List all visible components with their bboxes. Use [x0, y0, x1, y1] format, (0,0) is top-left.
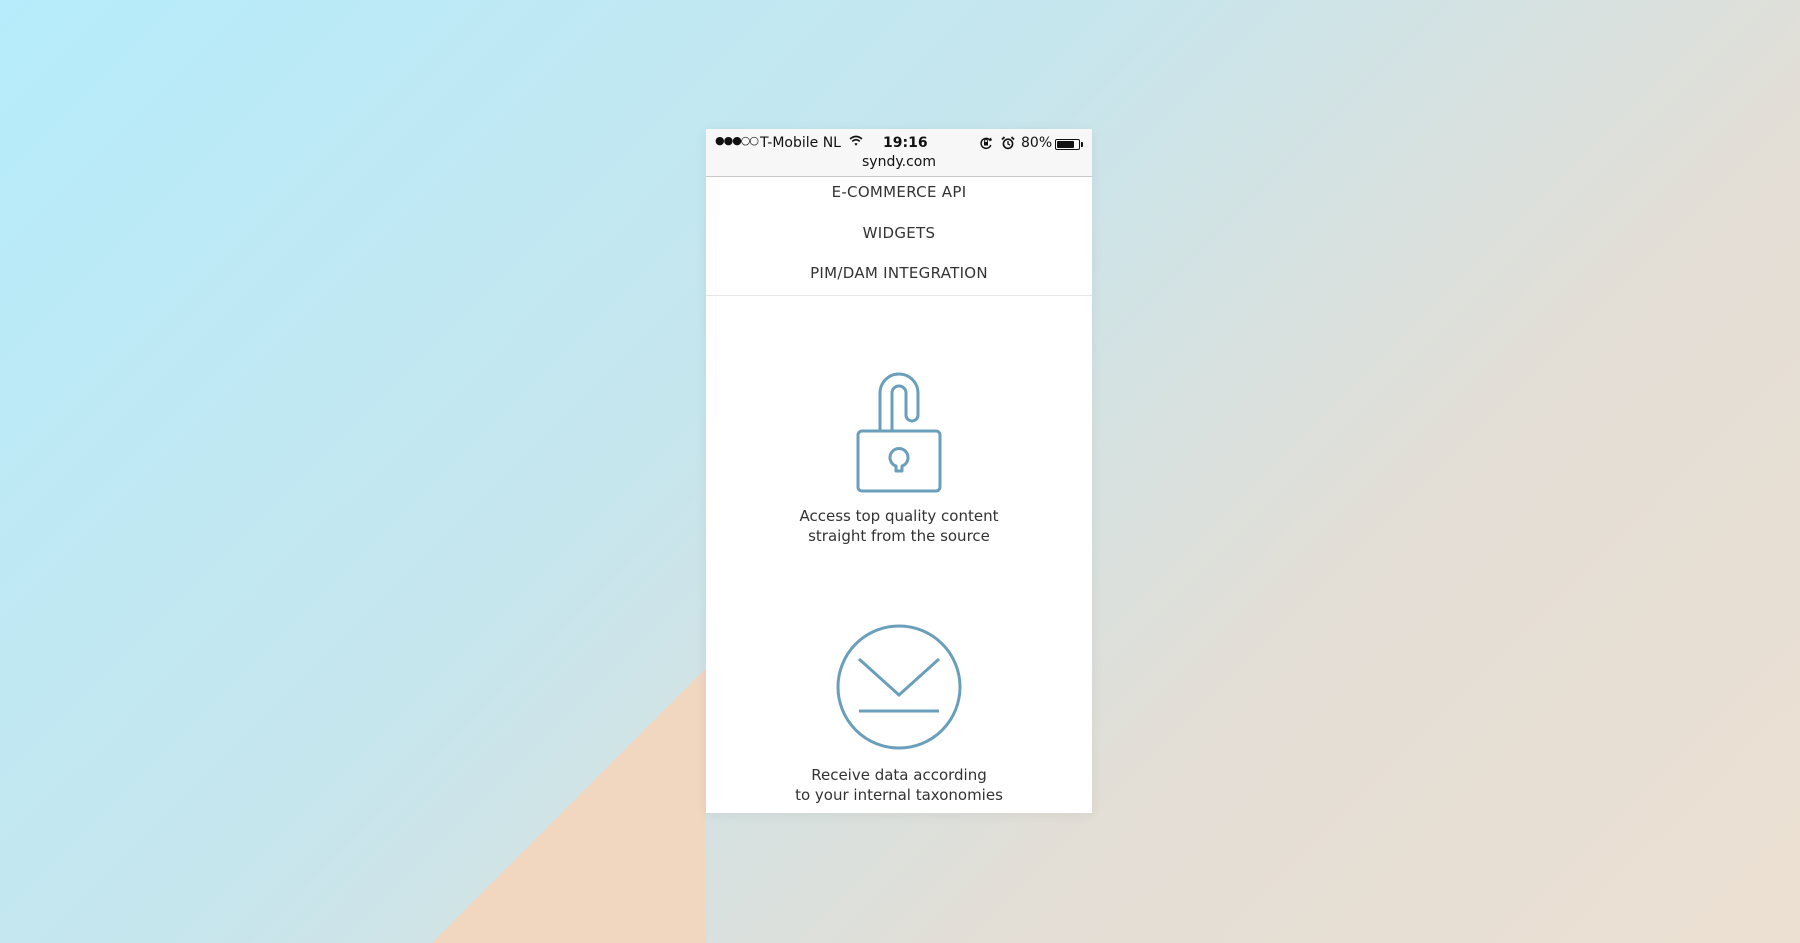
- signal-strength: ●●●○○: [715, 134, 759, 147]
- clock-time: 19:16: [883, 135, 928, 151]
- feature-caption-line1: Receive data according: [811, 766, 987, 784]
- carrier-name: T-Mobile NL: [760, 135, 841, 151]
- status-bar: ●●●○○ T-Mobile NL 19:16 80% syndy.com: [706, 129, 1092, 177]
- feature-caption-line2: straight from the source: [808, 527, 990, 545]
- feature-caption-line2: to your internal taxonomies: [795, 786, 1003, 804]
- wifi-icon: [849, 135, 863, 151]
- alarm-icon: [1001, 136, 1015, 154]
- nav-item-widgets[interactable]: WIDGETS: [706, 224, 1092, 242]
- battery-icon: [1055, 139, 1080, 150]
- feature-access-content: Access top quality content straight from…: [706, 367, 1092, 546]
- phone-screenshot: ●●●○○ T-Mobile NL 19:16 80% syndy.com E-…: [706, 129, 1092, 813]
- feature-caption-line1: Access top quality content: [799, 507, 999, 525]
- battery-percent: 80%: [1021, 135, 1053, 151]
- nav-item-pim-dam-integration[interactable]: PIM/DAM INTEGRATION: [706, 264, 1092, 282]
- nav-menu: E-COMMERCE API WIDGETS PIM/DAM INTEGRATI…: [706, 177, 1092, 296]
- unlocked-padlock-icon: [856, 372, 942, 493]
- rotation-lock-icon: [979, 136, 993, 154]
- address-bar-url[interactable]: syndy.com: [706, 154, 1092, 170]
- battery-level-fill: [1057, 141, 1074, 148]
- feature-receive-data: Receive data according to your internal …: [706, 623, 1092, 805]
- battery-tip: [1081, 142, 1083, 147]
- nav-item-ecommerce-api[interactable]: E-COMMERCE API: [706, 183, 1092, 201]
- download-circle-icon: [836, 624, 962, 750]
